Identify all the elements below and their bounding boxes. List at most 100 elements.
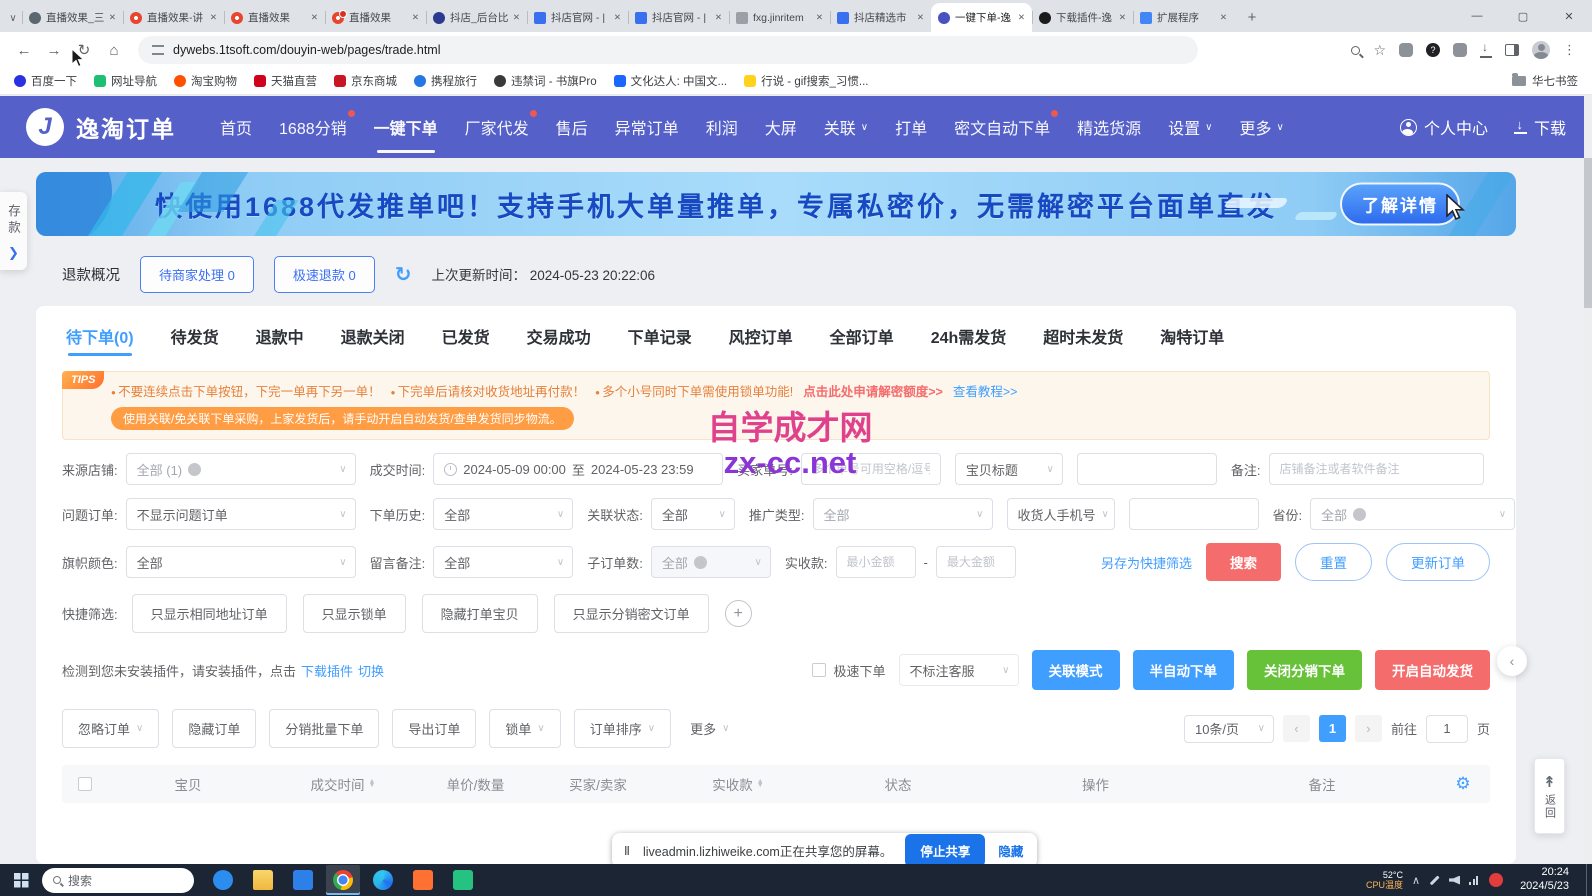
promo-type-select[interactable]: 全部 (813, 498, 993, 530)
service-mark-select[interactable]: 不标注客服 (899, 654, 1019, 686)
taskbar-app-chrome[interactable] (326, 865, 360, 895)
tab-close-icon[interactable] (412, 12, 419, 23)
fast-refund-button[interactable]: 极速退款 0 (274, 256, 375, 293)
hide-share-bar-link[interactable]: 隐藏 (998, 841, 1023, 860)
tab-24h-ship[interactable]: 24h需发货 (931, 324, 1007, 365)
close-distribution-button[interactable]: 关闭分销下单 (1247, 650, 1362, 690)
nav-item-1688[interactable]: 1688分销 (279, 96, 347, 158)
nav-item-cipher-auto[interactable]: 密文自动下单 (954, 96, 1050, 158)
tab-to-ship[interactable]: 待发货 (171, 324, 219, 365)
min-amount-input[interactable] (836, 546, 916, 578)
phone-field-select[interactable]: 收货人手机号 (1007, 498, 1115, 530)
site-settings-icon[interactable] (152, 45, 164, 55)
tab-pending-order[interactable]: 待下单(0) (66, 324, 134, 365)
taskbar-app-store[interactable] (286, 865, 320, 895)
start-button[interactable] (0, 864, 42, 896)
taskbar-search-box[interactable]: 搜索 (42, 868, 194, 893)
browser-tab-2[interactable]: 直播效果-讲 (123, 3, 224, 32)
search-button[interactable]: 搜索 (1206, 543, 1281, 581)
checkbox-icon[interactable] (78, 777, 92, 791)
refresh-icon[interactable] (395, 262, 412, 287)
browser-tab-12[interactable]: 扩展程序 (1133, 3, 1234, 32)
nav-item-settings[interactable]: 设置 (1168, 96, 1212, 158)
tab-refund-closed[interactable]: 退款关闭 (341, 324, 405, 365)
sort-icon[interactable] (757, 780, 764, 789)
tab-close-icon[interactable] (715, 12, 722, 23)
province-select[interactable]: 全部 (1310, 498, 1515, 530)
bookmark-taobao[interactable]: 淘宝购物 (174, 73, 237, 89)
banner-detail-button[interactable]: 了解详情 (1340, 183, 1460, 226)
quick-filter-hide-printed[interactable]: 隐藏打单宝贝 (422, 594, 538, 633)
bookmark-ctrip[interactable]: 携程旅行 (414, 73, 477, 89)
new-tab-button[interactable] (1240, 5, 1264, 29)
back-button[interactable]: ← (10, 36, 38, 64)
tab-close-icon[interactable] (1220, 12, 1227, 23)
bookmark-nav[interactable]: 网址导航 (94, 73, 157, 89)
promo-banner[interactable]: 快使用1688代发推单吧！支持手机大单量推单，专属私密价，无需解密平台面单直发 … (36, 172, 1516, 236)
browser-tab-7[interactable]: 抖店官网 - | (628, 3, 729, 32)
page-size-select[interactable]: 10条/页 (1184, 715, 1274, 743)
nav-item-profit[interactable]: 利润 (706, 96, 738, 158)
browser-scrollbar[interactable] (1584, 96, 1592, 864)
browser-tab-8[interactable]: fxg.jinritem (729, 3, 830, 32)
buyer-order-input[interactable] (801, 453, 941, 485)
order-sort-button[interactable]: 订单排序 (574, 709, 671, 748)
reset-button[interactable]: 重置 (1295, 543, 1372, 581)
tab-risk-orders[interactable]: 风控订单 (729, 324, 793, 365)
express-order-checkbox[interactable]: 极速下单 (812, 661, 885, 680)
checkbox-icon[interactable] (812, 663, 826, 677)
tab-refunding[interactable]: 退款中 (256, 324, 304, 365)
max-amount-input[interactable] (936, 546, 1016, 578)
phone-input[interactable] (1129, 498, 1259, 530)
yitao-logo-icon[interactable] (26, 108, 64, 146)
bookmark-shuqi[interactable]: 违禁词 - 书旗Pro (494, 73, 597, 89)
quick-filter-same-address[interactable]: 只显示相同地址订单 (132, 594, 287, 633)
browser-tab-4[interactable]: 直播效果 (325, 3, 426, 32)
bookmark-jd[interactable]: 京东商城 (334, 73, 397, 89)
downloads-icon[interactable] (1480, 44, 1492, 56)
taskbar-app-chat[interactable] (206, 865, 240, 895)
window-minimize-button[interactable] (1454, 0, 1500, 32)
nav-item-factory[interactable]: 厂家代发 (465, 96, 529, 158)
cpu-temp-widget[interactable]: 52°CCPU温度 (1366, 870, 1403, 891)
nav-item-selected-supply[interactable]: 精选货源 (1077, 96, 1141, 158)
scrollbar-thumb[interactable] (1584, 158, 1592, 308)
side-panel-icon[interactable] (1505, 44, 1519, 56)
tab-close-icon[interactable] (1018, 12, 1025, 23)
flag-color-select[interactable]: 全部 (126, 546, 356, 578)
col-paid[interactable]: 实收款 (663, 774, 813, 794)
column-settings-gear-icon[interactable] (1436, 774, 1490, 794)
forward-button[interactable]: → (40, 36, 68, 64)
bookmark-tmall[interactable]: 天猫直营 (254, 73, 317, 89)
prev-page-button[interactable]: ‹ (1283, 715, 1310, 742)
taskbar-clock[interactable]: 20:242024/5/23 (1520, 866, 1569, 894)
sort-icon[interactable] (369, 780, 376, 789)
hide-order-button[interactable]: 隐藏订单 (172, 709, 256, 748)
tray-expand-icon[interactable] (1412, 874, 1420, 887)
title-field-select[interactable]: 宝贝标题 (955, 453, 1063, 485)
taskbar-app-wps[interactable] (406, 865, 440, 895)
nav-item-relation[interactable]: 关联 (824, 96, 868, 158)
suborder-count-select[interactable]: 全部 (651, 546, 771, 578)
window-maximize-button[interactable] (1500, 0, 1546, 32)
extension-icon[interactable] (1399, 43, 1413, 57)
browser-tab-1[interactable]: 直播效果_三 (22, 3, 123, 32)
extension-help-icon[interactable] (1426, 43, 1440, 57)
tab-close-icon[interactable] (109, 12, 116, 23)
bookmark-gif[interactable]: 行说 - gif搜索_习惯... (744, 73, 868, 89)
more-button[interactable]: 更多 (684, 710, 735, 747)
browser-tab-6[interactable]: 抖店官网 - | (527, 3, 628, 32)
tab-shipped[interactable]: 已发货 (442, 324, 490, 365)
bookmarks-folder[interactable]: 华七书签 (1512, 73, 1578, 89)
network-icon[interactable] (1469, 876, 1480, 885)
remark-input[interactable] (1269, 453, 1484, 485)
export-order-button[interactable]: 导出订单 (392, 709, 476, 748)
profile-avatar[interactable] (1532, 41, 1550, 59)
auto-ship-button[interactable]: 开启自动发货 (1375, 650, 1490, 690)
problem-order-select[interactable]: 不显示问题订单 (126, 498, 356, 530)
browser-tab-9[interactable]: 抖店精选市 (830, 3, 931, 32)
download-plugin-link[interactable]: 下载插件 (301, 661, 353, 680)
tab-order-history[interactable]: 下单记录 (628, 324, 692, 365)
download-link[interactable]: 下载 (1514, 115, 1566, 139)
source-shop-select[interactable]: 全部 (1) (126, 453, 356, 485)
